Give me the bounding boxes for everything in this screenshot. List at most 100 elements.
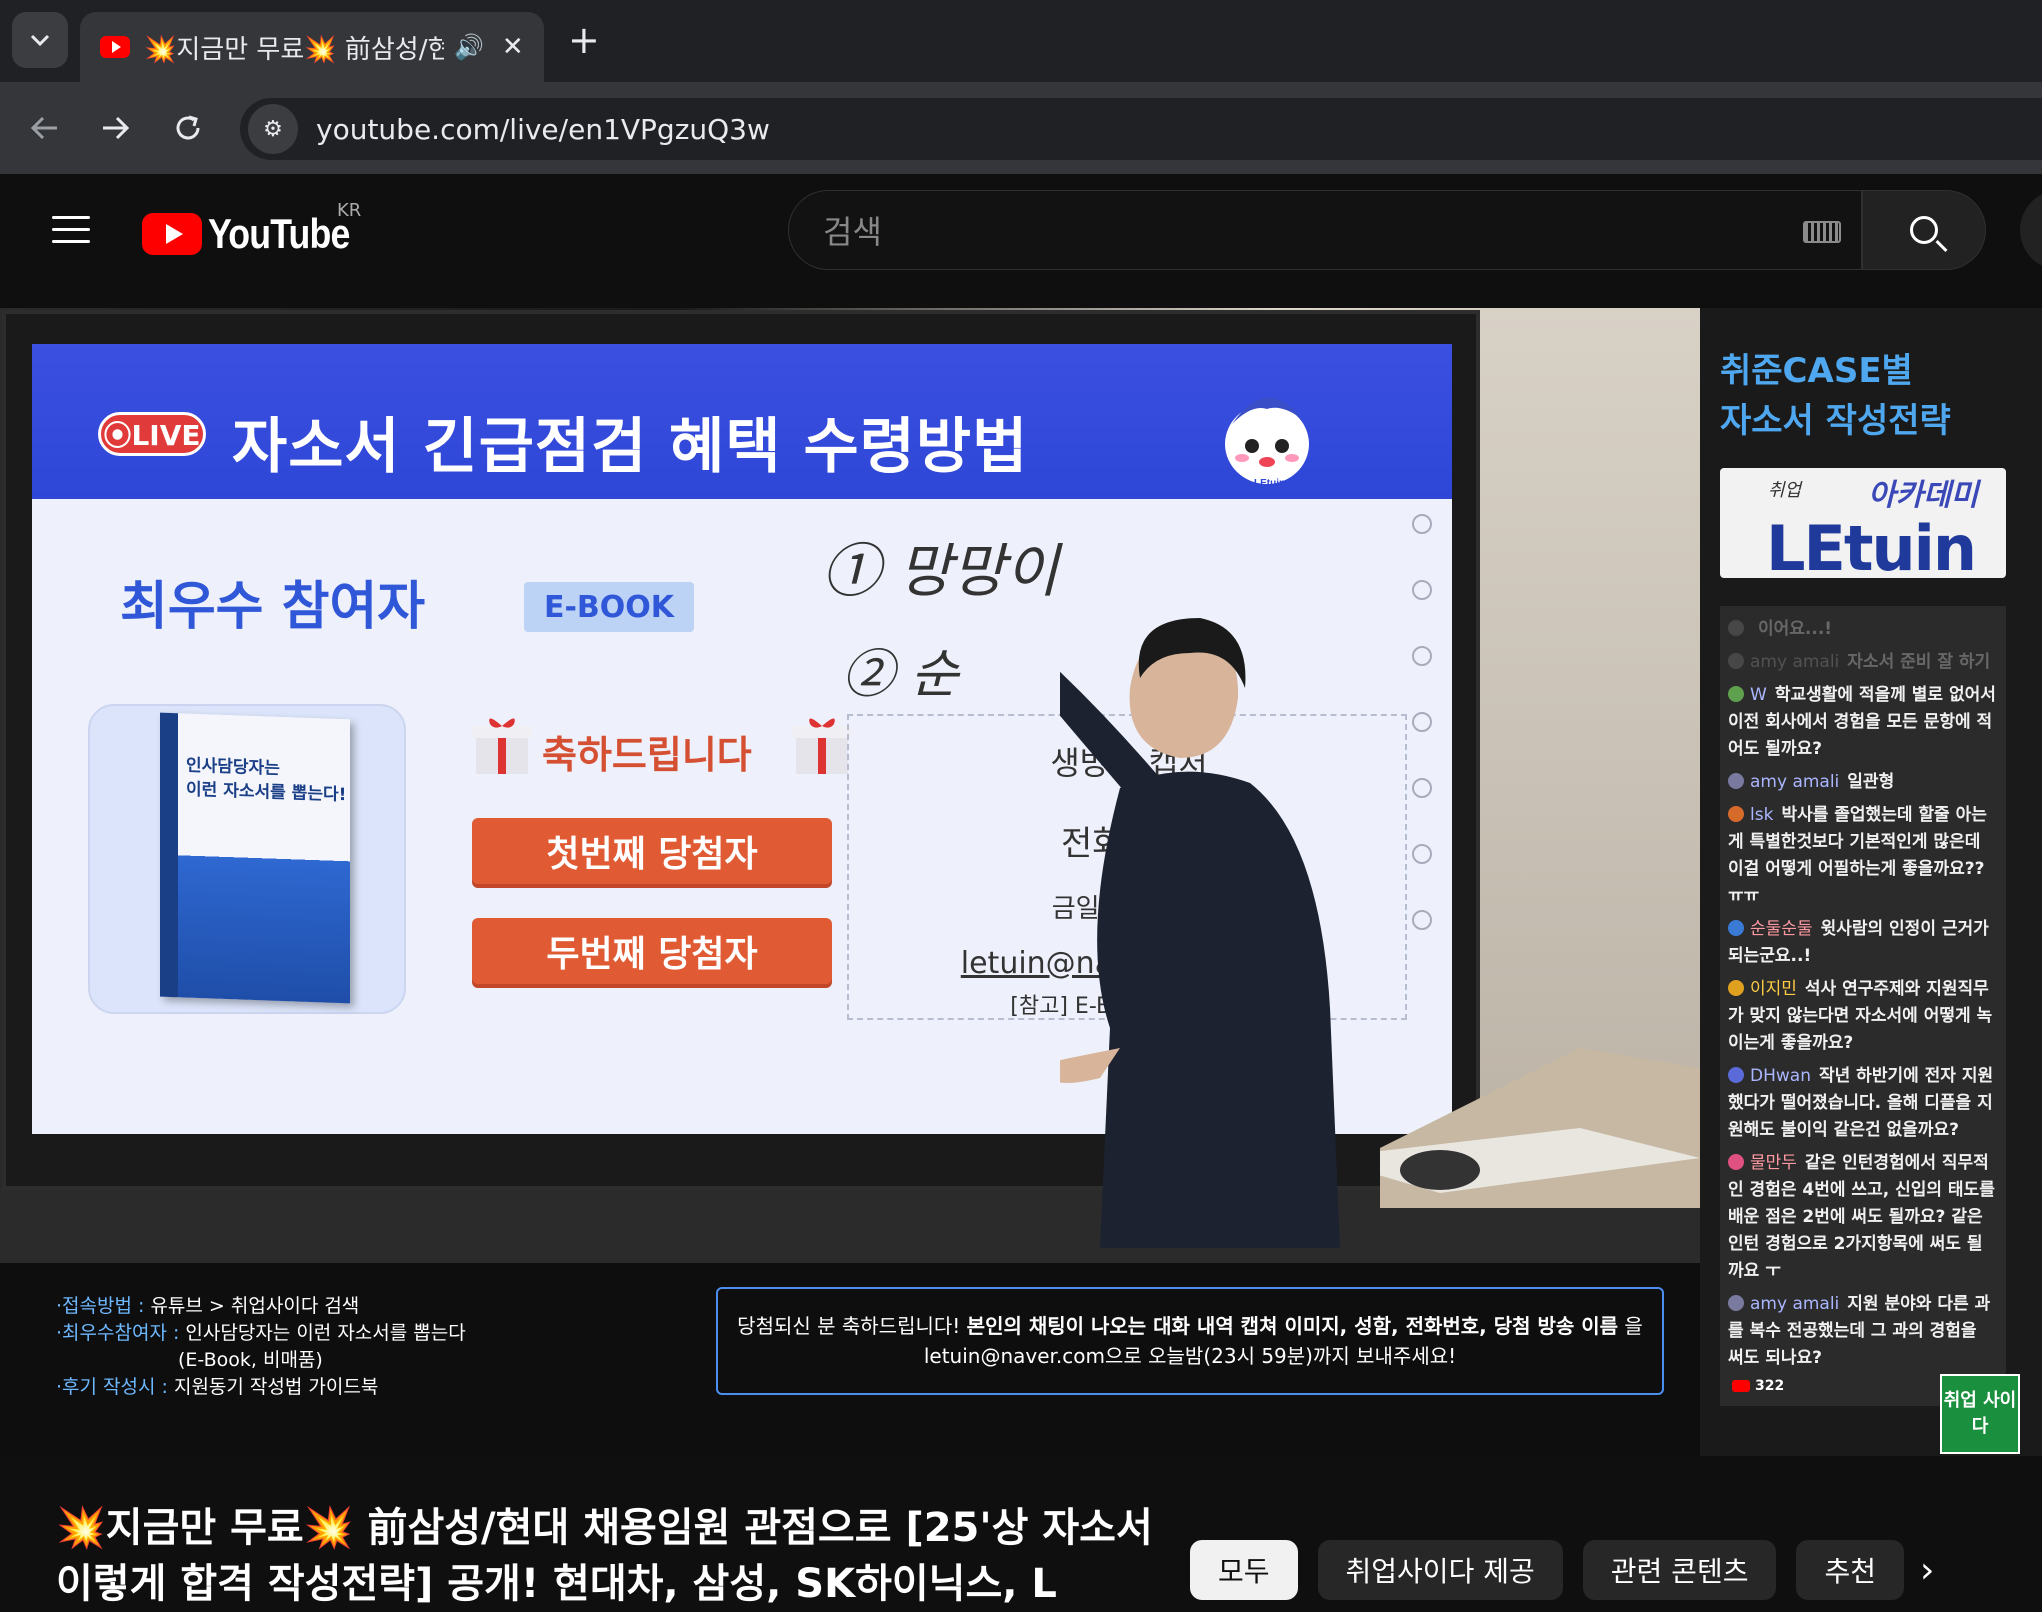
chat-list: 이어요...! amy amali 자소서 준비 잘 하기 W 학교생활에 적을께 별로… bbox=[1728, 616, 1998, 1372]
slide-header: ⦿LIVE 자소서 긴급점검 혜택 수령방법 LEtuin bbox=[32, 344, 1452, 499]
info-val-2: 인사담당자는 이런 자소서를 뽑는다 bbox=[185, 1322, 466, 1344]
tab-close-button[interactable]: ✕ bbox=[502, 32, 524, 62]
back-arrow-icon[interactable] bbox=[18, 102, 70, 154]
info-val-2-sub: (E-Book, 비매품) bbox=[178, 1349, 323, 1371]
info-lines: ·접속방법 : 유튜브 > 취업사이다 검색 ·최우수참여자 : 인사담당자는 … bbox=[56, 1293, 466, 1401]
book-cover: 인사담당자는 이런 자소서를 뽑는다! bbox=[160, 712, 350, 1004]
chat-message: DHwan 작년 하반기에 전자 지원했다가 떨어졌습니다. 올해 디플을 지원해… bbox=[1728, 1063, 1998, 1144]
slide-side-tools bbox=[1412, 514, 1438, 976]
notice-part-a: 당첨되신 분 축하드립니다! bbox=[737, 1314, 967, 1338]
notice-part-c: 을 bbox=[1618, 1314, 1643, 1338]
chat-message: W 학교생활에 적을께 별로 없어서 이전 회사에서 경험을 모든 문항에 적어도… bbox=[1728, 682, 1998, 763]
chat-text: 이어요...! bbox=[1758, 619, 1833, 639]
video-frame: ⦿LIVE 자소서 긴급점검 혜택 수령방법 LEtuin 최우수 참여자 E-… bbox=[0, 308, 1700, 1263]
notice-part-b: 본인의 채팅이 나오는 대화 내역 캡쳐 이미지, 성함, 전화번호, 당첨 방… bbox=[966, 1314, 1619, 1338]
voice-search-button[interactable] bbox=[2020, 190, 2042, 270]
avatar-icon bbox=[1728, 1154, 1744, 1170]
avatar-icon bbox=[1728, 806, 1744, 822]
gift-icon bbox=[472, 718, 532, 774]
youtube-wordmark: YouTube bbox=[208, 210, 350, 257]
side-title-line1: 취준CASE별 bbox=[1720, 351, 1913, 391]
browser-tab-bar: 💥지금만 무료💥 前삼성/현대 채용임원 관점으로 [25'상 자소서 🔊 ✕ … bbox=[0, 0, 2042, 82]
logo-sub2: 아카데미 bbox=[1868, 478, 1979, 513]
chat-author: 순둘순둘 bbox=[1750, 919, 1813, 939]
chat-author: W bbox=[1750, 685, 1767, 705]
logo-sub1: 취업 bbox=[1768, 480, 1802, 501]
site-info-icon[interactable]: ⚙ bbox=[248, 104, 298, 154]
forward-arrow-icon[interactable] bbox=[90, 102, 142, 154]
chat-text: 학교생활에 적을께 별로 없어서 이전 회사에서 경험을 모든 문항에 적어도 … bbox=[1728, 685, 1996, 759]
avatar-icon bbox=[1728, 980, 1744, 996]
avatar-icon bbox=[1728, 773, 1744, 789]
video-player[interactable]: ⦿LIVE 자소서 긴급점검 혜택 수령방법 LEtuin 최우수 참여자 E-… bbox=[0, 308, 2042, 1456]
chat-author: amy amali bbox=[1750, 652, 1840, 672]
side-panel-title: 취준CASE별 자소서 작성전략 bbox=[1720, 346, 2020, 446]
book-title-line1: 인사담당자는 bbox=[186, 755, 280, 779]
winner-notice-box: 당첨되신 분 축하드립니다! 본인의 채팅이 나오는 대화 내역 캡쳐 이미지,… bbox=[716, 1287, 1664, 1395]
reload-icon[interactable] bbox=[162, 102, 214, 154]
presenter-figure bbox=[1060, 618, 1340, 1248]
menu-icon[interactable] bbox=[52, 216, 90, 244]
viewer-count: 322 bbox=[1732, 1378, 1784, 1394]
search-button[interactable] bbox=[1862, 190, 1986, 270]
chip-channel[interactable]: 취업사이다 제공 bbox=[1317, 1540, 1563, 1600]
tab-title: 💥지금만 무료💥 前삼성/현대 채용임원 관점으로 [25'상 자소서 bbox=[144, 34, 444, 65]
slide-title: 자소서 긴급점검 혜택 수령방법 bbox=[232, 412, 1029, 482]
chat-message: 이지민 석사 연구주제와 지원직무가 맞지 않는다면 자소서에 어떻게 녹이는게 … bbox=[1728, 976, 1998, 1057]
browser-tab-active[interactable]: 💥지금만 무료💥 前삼성/현대 채용임원 관점으로 [25'상 자소서 🔊 ✕ bbox=[80, 12, 544, 82]
ebook-tag: E-BOOK bbox=[524, 582, 694, 632]
handwriting-1: ① 망망이 bbox=[822, 537, 1059, 605]
chip-related[interactable]: 관련 콘텐츠 bbox=[1582, 1540, 1777, 1600]
search-placeholder: 검색 bbox=[823, 213, 882, 251]
chat-message: amy amali 자소서 준비 잘 하기 bbox=[1728, 649, 1998, 676]
side-title-line2: 자소서 작성전략 bbox=[1720, 401, 1951, 441]
keyboard-icon[interactable] bbox=[1803, 221, 1841, 243]
stream-side-panel: 취준CASE별 자소서 작성전략 취업 아카데미 LEtuin 이어요...! a… bbox=[1700, 308, 2042, 1456]
youtube-play-icon bbox=[142, 213, 202, 255]
avatar-icon bbox=[1728, 620, 1744, 636]
book-title-line2: 이런 자소서를 뽑는다! bbox=[186, 779, 347, 806]
chevron-down-icon bbox=[30, 34, 50, 47]
chip-recommended[interactable]: 추천 bbox=[1796, 1540, 1904, 1600]
speaker-icon[interactable]: 🔊 bbox=[454, 33, 484, 61]
chevron-right-icon[interactable]: › bbox=[1920, 1550, 1934, 1591]
chat-author: lsk bbox=[1750, 805, 1774, 825]
tab-search-button[interactable] bbox=[12, 12, 68, 68]
youtube-header: YouTube KR 검색 bbox=[0, 174, 2042, 286]
new-tab-button[interactable]: + bbox=[568, 18, 600, 62]
omnibox[interactable]: ⚙ youtube.com/live/en1VPgzuQ3w bbox=[240, 98, 2042, 160]
stream-info-strip: ·접속방법 : 유튜브 > 취업사이다 검색 ·최우수참여자 : 인사담당자는 … bbox=[0, 1263, 1700, 1456]
second-winner-label: 두번째 당첨자 bbox=[472, 918, 832, 984]
chat-author: amy amali bbox=[1750, 772, 1840, 792]
avatar-icon bbox=[1728, 920, 1744, 936]
letuin-logo: 취업 아카데미 LEtuin bbox=[1720, 468, 2006, 585]
search-input[interactable]: 검색 bbox=[788, 190, 1862, 270]
svg-text:LEtuin: LEtuin bbox=[1254, 478, 1285, 489]
avatar-icon bbox=[1728, 1295, 1744, 1311]
chat-author: amy amali bbox=[1750, 1294, 1840, 1314]
youtube-favicon-icon bbox=[100, 36, 130, 58]
avatar-icon bbox=[1728, 653, 1744, 669]
url-text[interactable]: youtube.com/live/en1VPgzuQ3w bbox=[316, 113, 770, 146]
avatar-icon bbox=[1728, 1067, 1744, 1083]
chat-message: 물만두 같은 인턴경험에서 직무적인 경험은 4번에 쓰고, 신입의 태도를 배운… bbox=[1728, 1150, 1998, 1285]
gift-icon bbox=[792, 718, 852, 774]
logo-main: LEtuin bbox=[1766, 512, 1977, 585]
notice-line2: letuin@naver.com으로 오늘밤(23시 59분)까지 보내주세요! bbox=[923, 1344, 1457, 1368]
info-key-3: ·후기 작성시 : bbox=[56, 1376, 174, 1398]
handwriting-2: ② 순 bbox=[842, 645, 959, 705]
browser-address-bar: ⚙ youtube.com/live/en1VPgzuQ3w bbox=[0, 82, 2042, 174]
chat-author: DHwan bbox=[1750, 1066, 1811, 1086]
desk bbox=[1380, 1048, 1700, 1208]
first-winner-label: 첫번째 당첨자 bbox=[472, 818, 832, 884]
chip-all[interactable]: 모두 bbox=[1190, 1540, 1298, 1600]
related-chips: 모두 취업사이다 제공 관련 콘텐츠 추천 bbox=[1190, 1540, 1924, 1600]
chat-text: 자소서 준비 잘 하기 bbox=[1847, 652, 1991, 672]
region-code: KR bbox=[337, 200, 362, 221]
chat-text: 일관형 bbox=[1847, 772, 1895, 792]
avatar-icon bbox=[1728, 686, 1744, 702]
search-icon bbox=[1910, 216, 1938, 244]
winner-label: 최우수 참여자 bbox=[120, 577, 426, 637]
chat-overlay: 이어요...! amy amali 자소서 준비 잘 하기 W 학교생활에 적을께 별로… bbox=[1720, 606, 2006, 1406]
chat-message: 이어요...! bbox=[1728, 616, 1998, 643]
